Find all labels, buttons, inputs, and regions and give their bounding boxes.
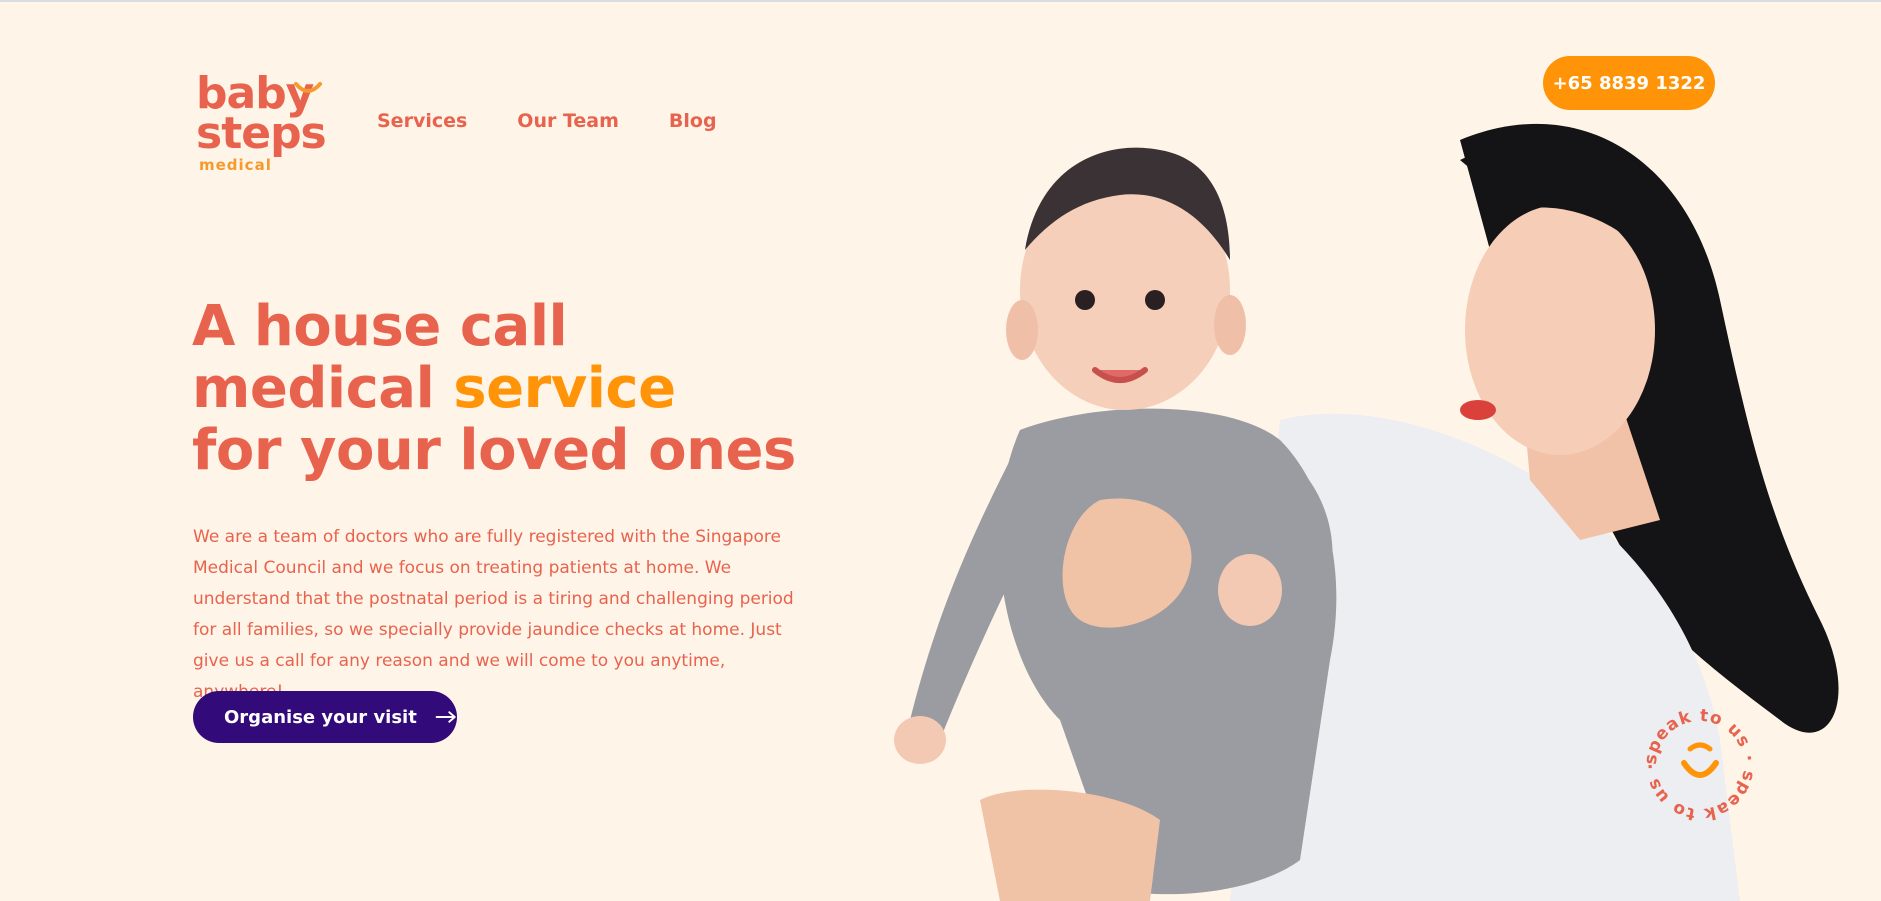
logo-smile-icon: [294, 82, 322, 93]
hero-title-line-2-start: medical: [192, 356, 454, 421]
organise-visit-label: Organise your visit: [224, 706, 417, 728]
nav-item-blog[interactable]: Blog: [669, 110, 717, 132]
nav-item-our-team[interactable]: Our Team: [517, 110, 619, 132]
hero-title-line-2: medical service: [192, 358, 872, 420]
hero-title-line-3: for your loved ones: [192, 418, 796, 483]
hero-title: A house call medical service for your lo…: [192, 296, 872, 482]
hero-title-line-1: A house call: [192, 294, 568, 359]
speak-to-us-text: speak to us · speak to us ·: [1641, 706, 1758, 824]
organise-visit-button[interactable]: Organise your visit: [193, 691, 457, 743]
nav-item-services[interactable]: Services: [377, 110, 467, 132]
main-nav: Services Our Team Blog: [377, 110, 767, 132]
smile-icon: [1681, 742, 1719, 778]
logo[interactable]: baby steps medical: [196, 72, 327, 176]
top-border: [0, 0, 1881, 2]
hero-title-accent-word: service: [453, 356, 676, 421]
logo-line-steps: steps: [196, 108, 327, 159]
speak-to-us-badge[interactable]: speak to us · speak to us ·: [1640, 705, 1760, 825]
svg-text:speak to us · speak to us ·: speak to us · speak to us ·: [1641, 706, 1759, 824]
arrow-right-icon: [435, 711, 456, 723]
hero-description: We are a team of doctors who are fully r…: [193, 527, 794, 702]
logo-line-medical: medical: [199, 156, 272, 174]
